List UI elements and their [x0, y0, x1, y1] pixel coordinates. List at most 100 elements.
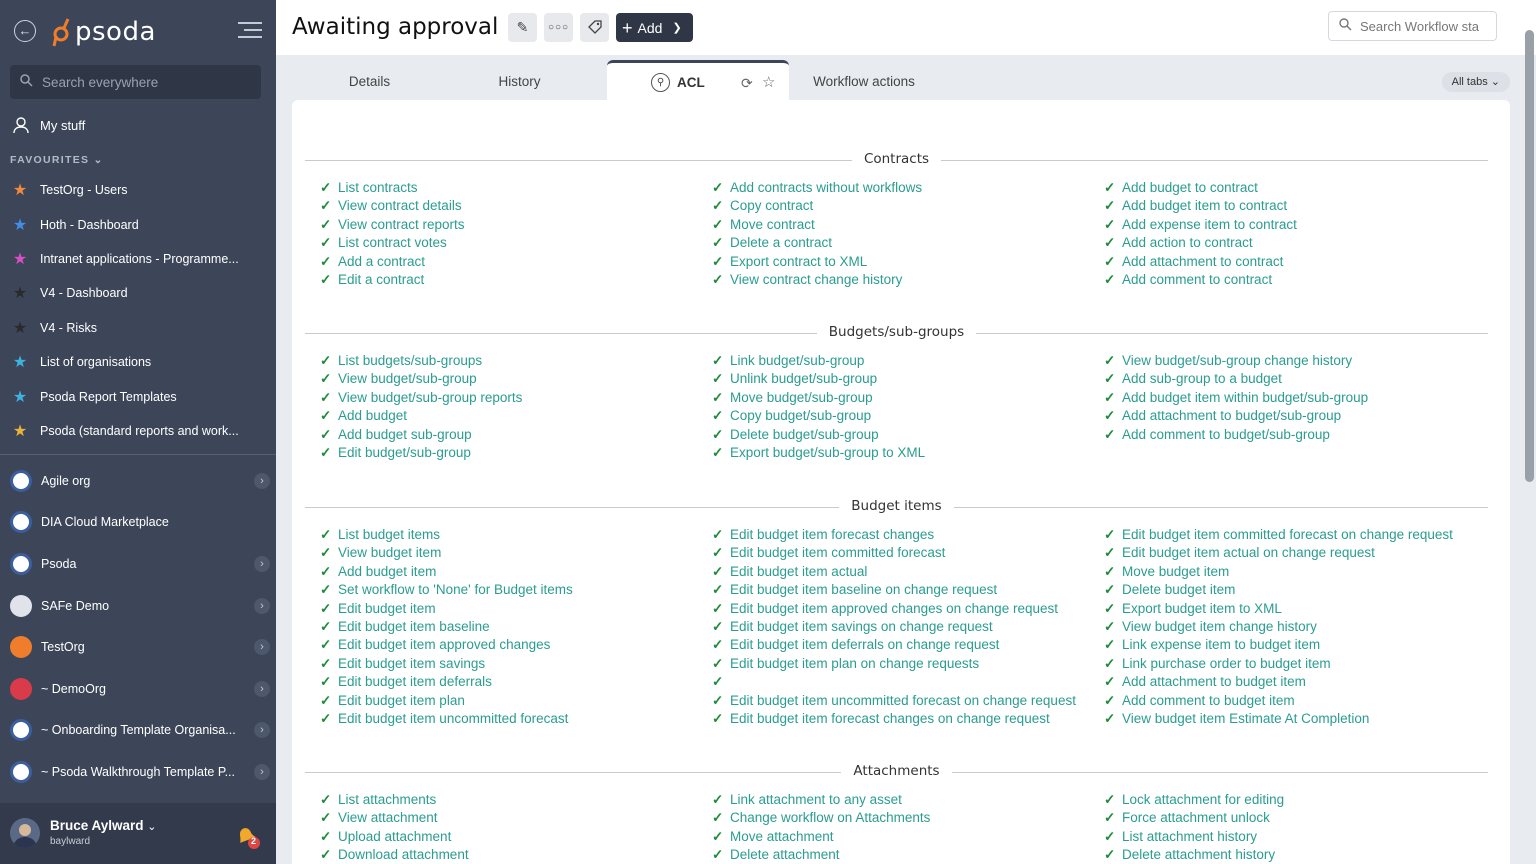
permission-item[interactable]: ✓ Edit budget item plan — [320, 692, 697, 710]
psoda-logo[interactable]: psoda — [50, 12, 156, 52]
avatar[interactable] — [10, 818, 40, 848]
permission-item[interactable]: ✓ Set workflow to 'None' for Budget items — [320, 581, 697, 599]
permission-item[interactable]: ✓ Add budget — [320, 407, 697, 425]
organisation-item[interactable]: Psoda › — [10, 543, 270, 585]
permission-item[interactable]: ✓ List attachment history — [1104, 828, 1481, 846]
organisation-item[interactable]: TestOrg › — [10, 626, 270, 668]
permission-item[interactable]: ✓ Add comment to budget item — [1104, 692, 1481, 710]
chevron-right-icon[interactable]: › — [254, 555, 270, 572]
permission-item[interactable]: ✓ List attachments — [320, 791, 697, 809]
permission-item[interactable]: ✓ Edit budget item actual on change reque… — [1104, 544, 1481, 562]
permission-item[interactable]: ✓ View budget item — [320, 544, 697, 562]
permission-item[interactable]: ✓ Export budget/sub-group to XML — [712, 444, 1089, 462]
permission-item[interactable]: ✓ Add budget item — [320, 563, 697, 581]
permission-item[interactable]: ✓ View budget/sub-group reports — [320, 389, 697, 407]
permission-item[interactable]: ✓ Copy budget/sub-group — [712, 407, 1089, 425]
organisation-item[interactable]: DIA Cloud Marketplace — [10, 502, 270, 544]
refresh-icon[interactable]: ⟳ — [741, 63, 753, 103]
chevron-right-icon[interactable]: › — [254, 639, 270, 656]
organisation-item[interactable]: ~ Onboarding Template Organisa... › — [10, 710, 270, 752]
permission-item[interactable]: ✓ Delete attachment — [712, 846, 1089, 864]
permission-item[interactable]: ✓ Edit budget/sub-group — [320, 444, 697, 462]
tab-history[interactable]: History — [447, 60, 592, 100]
permission-item[interactable]: ✓ View budget item change history — [1104, 618, 1481, 636]
chevron-right-icon[interactable]: › — [254, 722, 270, 739]
permission-item[interactable]: ✓ View contract reports — [320, 216, 697, 234]
favourite-item[interactable]: ★ Psoda Report Templates — [12, 379, 272, 413]
chevron-right-icon[interactable]: › — [254, 472, 270, 489]
permission-item[interactable]: ✓ Move contract — [712, 216, 1089, 234]
permission-item[interactable]: ✓ Move attachment — [712, 828, 1089, 846]
collapse-menu-icon[interactable] — [238, 22, 262, 40]
permission-item[interactable]: ✓ View contract change history — [712, 271, 1089, 289]
permission-item[interactable]: ✓ Download attachment — [320, 846, 697, 864]
permission-item[interactable]: ✓ Delete a contract — [712, 234, 1089, 252]
permission-item[interactable]: ✓ View contract details — [320, 197, 697, 215]
permission-item[interactable]: ✓ Add budget sub-group — [320, 426, 697, 444]
tab-acl[interactable]: ⚲ ACL ⟳ ☆ — [607, 60, 789, 100]
permission-item[interactable]: ✓ Copy contract — [712, 197, 1089, 215]
permission-item[interactable]: ✓ Export budget item to XML — [1104, 600, 1481, 618]
permission-item[interactable]: ✓ View attachment — [320, 809, 697, 827]
tab-details[interactable]: Details — [292, 60, 447, 100]
favourite-item[interactable]: ★ Psoda (standard reports and work... — [12, 414, 272, 448]
permission-item[interactable]: ✓ Add budget item within budget/sub-group — [1104, 389, 1481, 407]
permission-item[interactable]: ✓ Force attachment unlock — [1104, 809, 1481, 827]
permission-item[interactable]: ✓ Edit budget item committed forecast — [712, 544, 1089, 562]
permission-item[interactable]: ✓ Add attachment to budget/sub-group — [1104, 407, 1481, 425]
permission-item[interactable]: ✓ Delete budget item — [1104, 581, 1481, 599]
permission-item[interactable]: ✓ — [712, 673, 1089, 691]
permission-item[interactable]: ✓ Edit budget item approved changes on ch… — [712, 600, 1089, 618]
tab-workflow-actions[interactable]: Workflow actions — [789, 60, 939, 100]
permission-item[interactable]: ✓ Edit budget item approved changes — [320, 636, 697, 654]
page-scrollbar[interactable] — [1525, 30, 1534, 482]
permission-item[interactable]: ✓ Edit budget item actual — [712, 563, 1089, 581]
permission-item[interactable]: ✓ Delete attachment history — [1104, 846, 1481, 864]
tag-button[interactable] — [580, 13, 609, 42]
permission-item[interactable]: ✓ Edit budget item deferrals on change re… — [712, 636, 1089, 654]
permission-item[interactable]: ✓ Unlink budget/sub-group — [712, 370, 1089, 388]
permission-item[interactable]: ✓ Add action to contract — [1104, 234, 1481, 252]
permission-item[interactable]: ✓ Move budget item — [1104, 563, 1481, 581]
favourite-item[interactable]: ★ V4 - Dashboard — [12, 276, 272, 310]
organisation-item[interactable]: ~ DemoOrg › — [10, 668, 270, 710]
permission-item[interactable]: ✓ Add sub-group to a budget — [1104, 370, 1481, 388]
notifications-bell-icon[interactable]: 2 — [234, 823, 260, 849]
star-icon[interactable]: ☆ — [762, 63, 775, 103]
permission-item[interactable]: ✓ Edit budget item forecast changes on ch… — [712, 710, 1089, 728]
chevron-right-icon[interactable]: › — [254, 763, 270, 780]
permission-item[interactable]: ✓ View budget/sub-group — [320, 370, 697, 388]
permission-item[interactable]: ✓ Edit a contract — [320, 271, 697, 289]
favourite-item[interactable]: ★ List of organisations — [12, 345, 272, 379]
permission-item[interactable]: ✓ Edit budget item uncommitted forecast — [320, 710, 697, 728]
permission-item[interactable]: ✓ Edit budget item forecast changes — [712, 526, 1089, 544]
permission-item[interactable]: ✓ Edit budget item plan on change request… — [712, 655, 1089, 673]
permission-item[interactable]: ✓ Add contracts without workflows — [712, 179, 1089, 197]
workflow-search-input[interactable]: Search Workflow sta — [1328, 11, 1497, 41]
permission-item[interactable]: ✓ Add expense item to contract — [1104, 216, 1481, 234]
permission-item[interactable]: ✓ Add a contract — [320, 253, 697, 271]
permission-item[interactable]: ✓ Link budget/sub-group — [712, 352, 1089, 370]
permission-item[interactable]: ✓ Upload attachment — [320, 828, 697, 846]
organisation-item[interactable]: ~ Psoda Walkthrough Template P... › — [10, 751, 270, 793]
user-name[interactable]: Bruce Aylward ⌄ — [50, 818, 157, 833]
permission-item[interactable]: ✓ Add comment to contract — [1104, 271, 1481, 289]
more-options-button[interactable]: ○○○ — [544, 13, 573, 42]
favourite-item[interactable]: ★ Intranet applications - Programme... — [12, 242, 272, 276]
chevron-right-icon[interactable]: › — [254, 597, 270, 614]
permission-item[interactable]: ✓ Add budget item to contract — [1104, 197, 1481, 215]
edit-button[interactable]: ✎ — [508, 13, 537, 42]
permission-item[interactable]: ✓ List budgets/sub-groups — [320, 352, 697, 370]
permission-item[interactable]: ✓ List contracts — [320, 179, 697, 197]
permission-item[interactable]: ✓ Add attachment to budget item — [1104, 673, 1481, 691]
favourite-item[interactable]: ★ Hoth - Dashboard — [12, 207, 272, 241]
permission-item[interactable]: ✓ Add comment to budget/sub-group — [1104, 426, 1481, 444]
back-arrow-icon[interactable]: ← — [14, 20, 36, 42]
permission-item[interactable]: ✓ View budget/sub-group change history — [1104, 352, 1481, 370]
user-panel[interactable]: Bruce Aylward ⌄ baylward 2 — [0, 803, 276, 864]
chevron-right-icon[interactable]: › — [254, 680, 270, 697]
permission-item[interactable]: ✓ Edit budget item savings — [320, 655, 697, 673]
my-stuff-link[interactable]: My stuff — [12, 116, 85, 134]
permission-item[interactable]: ✓ Edit budget item — [320, 600, 697, 618]
organisation-item[interactable]: Agile org › — [10, 460, 270, 502]
